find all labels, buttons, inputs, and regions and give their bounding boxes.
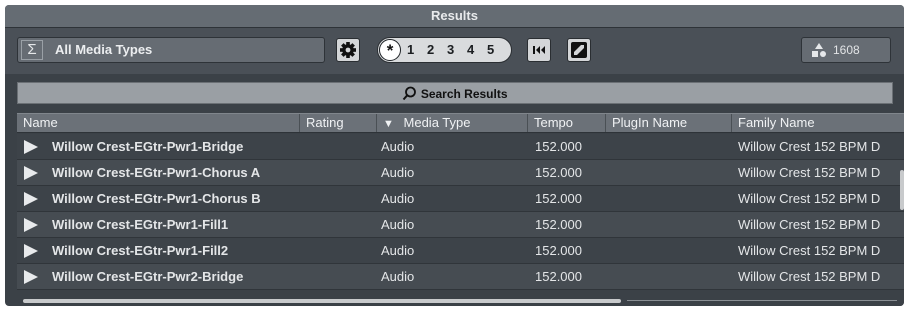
row-name: Willow Crest-EGtr-Pwr2-Bridge [52,269,244,284]
row-family-name: Willow Crest 152 BPM D [738,191,881,206]
results-list: Willow Crest-EGtr-Pwr1-Bridge Audio 152.… [17,134,904,290]
row-tempo: 152.000 [535,191,582,206]
column-header-tempo[interactable]: Tempo [528,114,606,132]
star-icon[interactable]: * [379,39,401,61]
row-media-type: Audio [381,243,415,258]
toolbar: Σ All Media Types * 1 2 3 4 5 1608 [5,28,904,74]
media-type-selector[interactable]: Σ All Media Types [17,37,325,63]
row-name: Willow Crest-EGtr-Pwr1-Bridge [52,139,244,154]
row-name: Willow Crest-EGtr-Pwr1-Fill2 [52,243,229,258]
row-family-name: Willow Crest 152 BPM D [738,165,881,180]
gear-icon [340,42,356,58]
rating-option-4[interactable]: 4 [467,38,474,62]
settings-button[interactable] [336,38,360,62]
column-header-rating[interactable]: Rating [300,114,377,132]
row-name: Willow Crest-EGtr-Pwr1-Fill1 [52,217,229,232]
row-tempo: 152.000 [535,139,582,154]
sigma-icon: Σ [21,40,43,60]
row-family-name: Willow Crest 152 BPM D [738,269,881,284]
table-row[interactable]: Willow Crest-EGtr-Pwr1-Fill1 Audio 152.0… [17,212,904,238]
column-header-media-type[interactable]: ▼ Media Type [377,114,528,132]
shapes-icon [812,43,826,57]
row-tempo: 152.000 [535,269,582,284]
sync-selection-icon [571,42,587,58]
row-tempo: 152.000 [535,217,582,232]
horizontal-scrollbar-thumb[interactable] [23,299,621,303]
rating-option-2[interactable]: 2 [427,38,434,62]
window-title: Results [5,5,904,28]
table-row[interactable]: Willow Crest-EGtr-Pwr1-Chorus B Audio 15… [17,186,904,212]
row-media-type: Audio [381,165,415,180]
rating-option-5[interactable]: 5 [487,38,494,62]
row-media-type: Audio [381,191,415,206]
row-name: Willow Crest-EGtr-Pwr1-Chorus A [52,165,261,180]
table-row[interactable]: Willow Crest-EGtr-Pwr1-Chorus A Audio 15… [17,160,904,186]
play-preview-icon[interactable] [24,218,38,232]
row-media-type: Audio [381,269,415,284]
search-results-label: Search Results [420,86,508,101]
column-header-plugin-name[interactable]: PlugIn Name [606,114,732,132]
column-header-media-type-label: Media Type [403,115,471,130]
row-name: Willow Crest-EGtr-Pwr1-Chorus B [52,191,261,206]
horizontal-scrollbar[interactable] [17,296,904,306]
column-header-family-name[interactable]: Family Name [732,114,904,132]
rating-filter[interactable]: * 1 2 3 4 5 [377,37,512,63]
media-type-label: All Media Types [55,42,153,57]
table-row[interactable]: Willow Crest-EGtr-Pwr1-Fill2 Audio 152.0… [17,238,904,264]
results-panel: Results Σ All Media Types * 1 2 3 4 5 16… [5,5,904,306]
vertical-scrollbar-thumb[interactable] [900,170,904,210]
row-family-name: Willow Crest 152 BPM D [738,217,881,232]
table-row[interactable]: Willow Crest-EGtr-Pwr1-Bridge Audio 152.… [17,134,904,160]
search-icon [403,86,417,101]
table-row[interactable]: Willow Crest-EGtr-Pwr2-Bridge Audio 152.… [17,264,904,290]
rating-option-3[interactable]: 3 [447,38,454,62]
row-family-name: Willow Crest 152 BPM D [738,139,881,154]
go-to-start-icon [533,46,545,54]
result-count: 1608 [833,43,860,57]
row-tempo: 152.000 [535,243,582,258]
search-results-button[interactable]: Search Results [17,82,893,104]
row-media-type: Audio [381,139,415,154]
play-preview-icon[interactable] [24,192,38,206]
horizontal-scrollbar-track [627,300,897,301]
result-count-display: 1608 [801,37,891,63]
column-headers: Name Rating ▼ Media Type Tempo PlugIn Na… [17,113,904,133]
column-header-name[interactable]: Name [17,114,300,132]
sync-selection-button[interactable] [567,38,591,62]
row-tempo: 152.000 [535,165,582,180]
rating-option-1[interactable]: 1 [407,38,414,62]
row-media-type: Audio [381,217,415,232]
vertical-scrollbar[interactable] [900,135,904,295]
play-preview-icon[interactable] [24,140,38,154]
sort-descending-icon: ▼ [383,118,394,130]
play-preview-icon[interactable] [24,244,38,258]
play-preview-icon[interactable] [24,166,38,180]
row-family-name: Willow Crest 152 BPM D [738,243,881,258]
play-preview-icon[interactable] [24,270,38,284]
go-to-start-button[interactable] [527,38,551,62]
